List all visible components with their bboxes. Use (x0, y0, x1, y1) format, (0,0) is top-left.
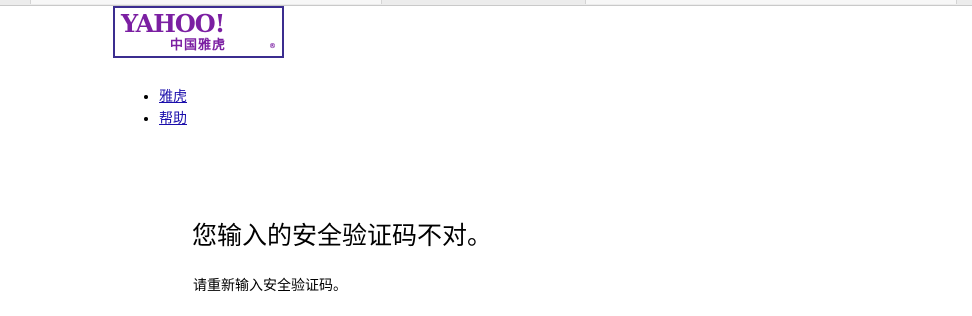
error-heading: 您输入的安全验证码不对。 (192, 221, 493, 250)
error-message: 请重新输入安全验证码。 (193, 278, 347, 294)
registered-mark: ® (269, 42, 276, 50)
nav-item-help: 帮助 (142, 108, 187, 130)
top-edge-segment (585, 0, 957, 4)
logo-subtitle: 中国雅虎 (170, 38, 227, 53)
nav-list: 雅虎 帮助 (142, 86, 187, 130)
yahoo-china-logo[interactable]: YAHOO! 中国雅虎 ® (113, 6, 284, 58)
yahoo-home-link[interactable]: 雅虎 (159, 89, 187, 105)
bullet-icon (144, 95, 148, 99)
help-link[interactable]: 帮助 (159, 111, 187, 127)
bullet-icon (144, 117, 148, 121)
top-edge-segment (30, 0, 382, 4)
logo-wordmark: YAHOO! (121, 9, 225, 38)
nav-item-yahoo: 雅虎 (142, 86, 187, 108)
